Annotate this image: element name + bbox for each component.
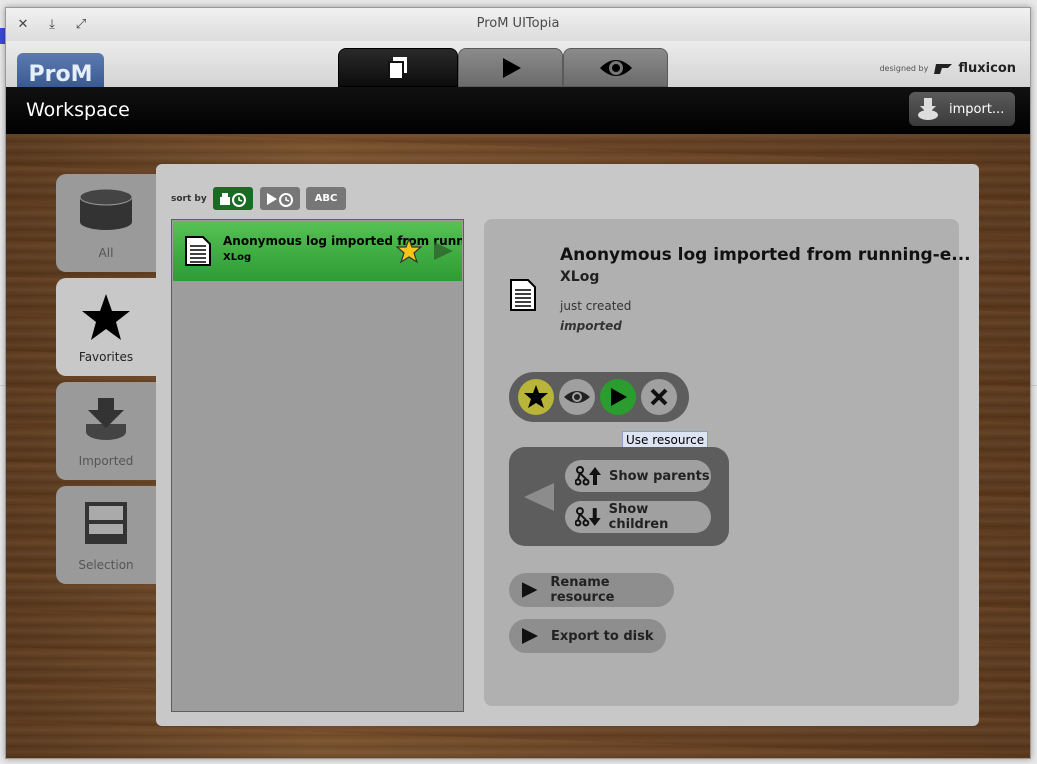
import-label: import... — [949, 101, 1005, 117]
fluxicon-credit: designed by fluxicon — [879, 61, 1016, 76]
resource-origin: imported — [560, 319, 622, 333]
import-button[interactable]: import... — [909, 92, 1015, 126]
star-icon — [82, 294, 130, 340]
star-icon — [524, 385, 548, 408]
play-icon — [502, 57, 521, 78]
sidetab-label: All — [98, 246, 114, 260]
delete-button[interactable] — [641, 379, 677, 415]
rename-label: Rename resource — [550, 575, 615, 605]
play-icon — [522, 628, 538, 644]
sidetab-all[interactable]: All — [56, 174, 159, 272]
eye-icon — [599, 59, 632, 76]
favorite-star-icon[interactable] — [396, 238, 422, 264]
sidetab-favorites[interactable]: Favorites — [56, 278, 159, 376]
favorite-button[interactable] — [518, 379, 554, 415]
play-icon — [611, 388, 627, 406]
tab-views[interactable] — [563, 48, 668, 87]
sidetab-selection[interactable]: Selection — [56, 486, 159, 584]
main-panel: sort by ABC Anonymous log imported from … — [156, 164, 979, 726]
resource-created: just created — [560, 299, 632, 313]
document-icon — [185, 236, 211, 266]
list-item-type: XLog — [223, 252, 252, 263]
document-icon — [510, 279, 536, 311]
sort-alphabetical-button[interactable]: ABC — [306, 187, 346, 210]
prom-window: ✕ ⤓ ⤢ ProM UITopia ProM designed by flux… — [5, 7, 1031, 759]
workspace-bar: Workspace import... — [6, 87, 1030, 134]
use-resource-button[interactable] — [600, 379, 636, 415]
page-title: Workspace — [26, 99, 130, 121]
show-children-button[interactable]: Show children — [565, 501, 711, 533]
export-label: Export to disk — [551, 628, 654, 644]
sidetab-label: Imported — [78, 454, 134, 468]
play-icon — [521, 582, 538, 598]
header-bar: ProM designed by fluxicon — [6, 41, 1030, 87]
eye-icon — [564, 391, 590, 403]
sidetab-label: Favorites — [78, 350, 134, 364]
lineage-panel: Show parents Show children — [509, 447, 729, 546]
resource-title: Anonymous log imported from running-e... — [560, 245, 971, 265]
title-bar: ✕ ⤓ ⤢ ProM UITopia — [6, 8, 1030, 42]
import-icon — [918, 98, 938, 120]
tab-actions[interactable] — [458, 48, 563, 87]
rename-resource-button[interactable]: Rename resource — [509, 573, 674, 607]
resource-list: Anonymous log imported from running-exam… — [171, 219, 464, 712]
view-button[interactable] — [559, 379, 595, 415]
sidetab-imported[interactable]: Imported — [56, 382, 159, 480]
sort-label: sort by — [171, 194, 207, 204]
credit-brand: fluxicon — [958, 61, 1016, 76]
show-children-label: Show children — [608, 502, 669, 532]
sort-by-creation-button[interactable] — [213, 187, 253, 210]
sidetab-label: Selection — [78, 558, 134, 572]
tab-workspace[interactable] — [338, 48, 458, 87]
show-parents-label: Show parents — [609, 468, 710, 484]
export-to-disk-button[interactable]: Export to disk — [509, 619, 666, 653]
parents-icon — [575, 466, 601, 486]
resource-type: XLog — [560, 269, 600, 285]
prom-logo: ProM — [17, 53, 104, 87]
show-parents-button[interactable]: Show parents — [565, 460, 711, 492]
fluxicon-logo-icon — [934, 63, 953, 74]
sort-by-access-button[interactable] — [260, 187, 300, 210]
arrow-left-icon — [524, 483, 554, 511]
access-time-icon — [267, 192, 293, 207]
documents-icon — [388, 56, 407, 80]
selection-icon — [85, 502, 127, 544]
database-icon — [79, 188, 133, 230]
close-icon — [650, 388, 668, 406]
resource-detail: Anonymous log imported from running-e...… — [484, 219, 971, 706]
credit-prefix: designed by — [879, 64, 929, 73]
import-icon — [86, 398, 126, 440]
window-title: ProM UITopia — [476, 16, 560, 31]
use-resource-icon[interactable] — [432, 241, 454, 261]
resource-actions — [509, 372, 689, 422]
list-item[interactable]: Anonymous log imported from running-exam… — [173, 221, 462, 281]
children-icon — [575, 507, 601, 527]
creation-time-icon — [220, 192, 246, 207]
list-item-title: Anonymous log imported from running-exam… — [223, 234, 462, 248]
